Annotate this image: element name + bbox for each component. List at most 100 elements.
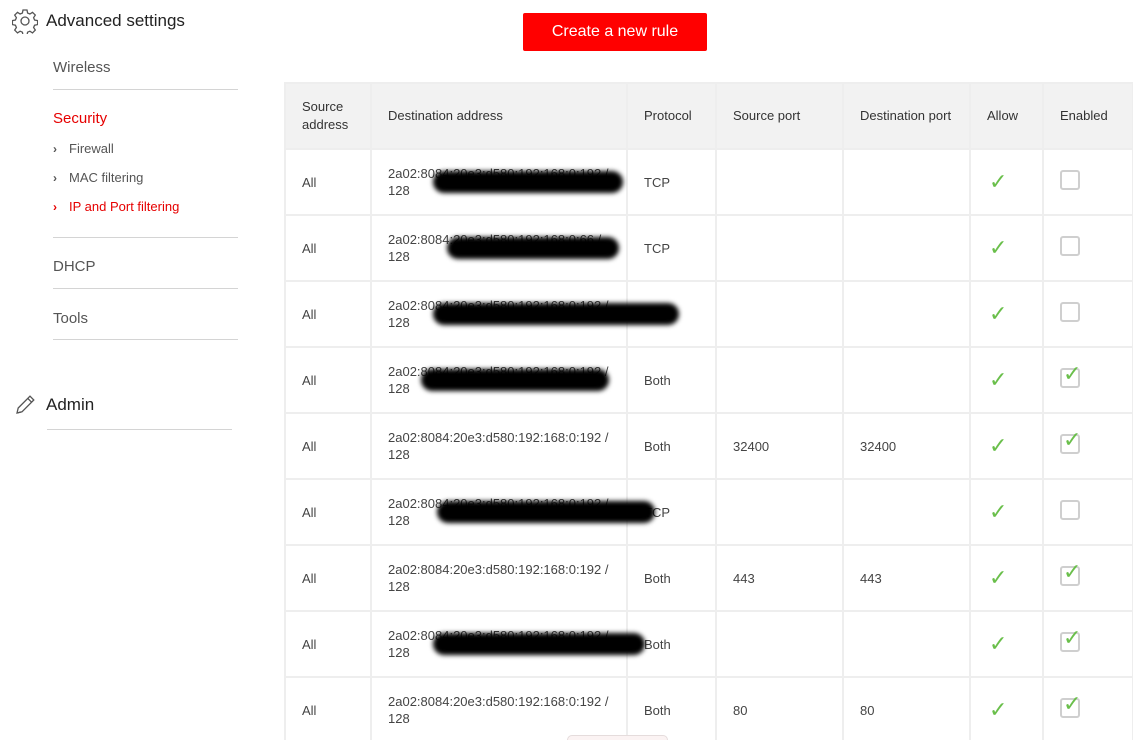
cell-enabled: ✓: [1042, 346, 1133, 414]
cell-source-address: All: [284, 478, 372, 546]
redaction-mark: [433, 171, 623, 193]
cell-source-port: [447, 214, 844, 282]
cell-source-address: All: [284, 280, 372, 348]
cell-allow: ✓: [969, 280, 1044, 348]
chevron-right-icon: ›: [53, 199, 57, 214]
advanced-settings-label: Advanced settings: [46, 11, 185, 30]
checkmark-icon: ✓: [989, 433, 1008, 458]
sidebar: Advanced settings Wireless Security › Fi…: [0, 0, 260, 740]
cell-source-port: [421, 346, 844, 414]
cell-allow: ✓: [969, 412, 1044, 480]
chevron-right-icon: ›: [53, 170, 57, 185]
enabled-checkbox[interactable]: [1060, 500, 1080, 520]
enabled-checkbox[interactable]: [1060, 236, 1080, 256]
enabled-checkbox[interactable]: [1060, 170, 1080, 190]
checkmark-icon: ✓: [1063, 559, 1082, 584]
table-row[interactable]: All2a02:8084:20e3:d580:192:168:0:192 / 1…: [284, 346, 1133, 414]
enabled-checkbox[interactable]: ✓: [1060, 627, 1081, 652]
cell-source-port: [437, 478, 844, 546]
sidebar-item-security[interactable]: Security: [53, 110, 107, 127]
checkmark-icon: ✓: [1063, 625, 1082, 650]
redaction-mark: [447, 237, 619, 259]
cell-source-address: All: [284, 544, 372, 612]
header-source-port: Source port: [715, 82, 844, 150]
checkmark-icon: ✓: [1063, 361, 1082, 386]
header-allow: Allow: [969, 82, 1044, 150]
rules-table-container: Source address Destination address Proto…: [284, 82, 1133, 740]
cell-allow: ✓: [969, 346, 1044, 414]
header-destination-address: Destination address: [370, 82, 628, 150]
table-row[interactable]: All2a02:8084:20e3:d580:192:168:0:192 / 1…: [284, 544, 1133, 612]
admin-heading[interactable]: Admin: [12, 392, 94, 418]
table-row[interactable]: All2a02:8084:20e3:d580:192:168:0:192 / 1…: [284, 478, 1133, 546]
table-row[interactable]: All2a02:8084:20e3:d580:192:168:0:192 / 1…: [284, 676, 1133, 740]
sidebar-subitem-firewall[interactable]: › Firewall: [53, 141, 114, 156]
table-row[interactable]: All2a02:8084:20e3:d580:192:168:0:192 / 1…: [284, 412, 1133, 480]
header-destination-port: Destination port: [842, 82, 971, 150]
admin-label: Admin: [46, 395, 95, 414]
header-source-address: Source address: [284, 82, 372, 150]
cell-protocol: Both: [626, 412, 717, 480]
cell-source-address: All: [284, 412, 372, 480]
divider: [53, 339, 238, 340]
enabled-checkbox[interactable]: ✓: [1060, 429, 1081, 454]
divider: [53, 89, 238, 90]
cell-enabled: [1042, 148, 1133, 216]
cell-destination-port: 32400: [842, 412, 971, 480]
enabled-checkbox[interactable]: [1060, 302, 1080, 322]
cell-protocol: TCP: [626, 148, 717, 216]
cell-source-port: [433, 280, 844, 348]
cell-enabled: ✓: [1042, 676, 1133, 740]
cell-destination-address: 2a02:8084:20e3:d580:192:168:0:192 / 128: [370, 544, 628, 612]
sidebar-item-wireless[interactable]: Wireless: [53, 59, 111, 76]
cell-source-address: All: [284, 214, 372, 282]
cell-protocol: Both: [626, 346, 717, 414]
sidebar-item-tools[interactable]: Tools: [53, 310, 88, 327]
cell-enabled: ✓: [1042, 610, 1133, 678]
cell-destination-port: [842, 478, 971, 546]
cell-allow: ✓: [969, 214, 1044, 282]
table-header-row: Source address Destination address Proto…: [284, 82, 1133, 150]
enabled-checkbox[interactable]: ✓: [1060, 561, 1081, 586]
divider: [53, 288, 238, 289]
sidebar-item-dhcp[interactable]: DHCP: [53, 258, 96, 275]
cell-destination-port: [842, 346, 971, 414]
checkmark-icon: ✓: [989, 631, 1008, 656]
pencil-icon: [12, 392, 38, 418]
cell-enabled: [1042, 214, 1133, 282]
cell-destination-port: [842, 214, 971, 282]
enabled-checkbox[interactable]: ✓: [1060, 363, 1081, 388]
table-row[interactable]: All2a02:8084:20e3:d580:192:168:0:192 / 1…: [284, 610, 1133, 678]
advanced-settings-heading[interactable]: Advanced settings: [12, 8, 185, 34]
enabled-checkbox[interactable]: ✓: [1060, 693, 1081, 718]
cell-destination-address: 2a02:8084:20e3:d580:192:168:0:192 / 128: [370, 676, 628, 740]
bottom-tab[interactable]: [567, 735, 668, 740]
header-protocol: Protocol: [626, 82, 717, 150]
header-enabled: Enabled: [1042, 82, 1133, 150]
cell-destination-port: 80: [842, 676, 971, 740]
redaction-mark: [421, 369, 609, 391]
redaction-mark: [433, 633, 645, 655]
cell-source-port: 80: [715, 676, 844, 740]
cell-protocol: TCP: [626, 214, 717, 282]
cell-enabled: ✓: [1042, 412, 1133, 480]
table-row[interactable]: All2a02:8084:20e3:d580:192:168:0:192 / 1…: [284, 280, 1133, 348]
checkmark-icon: ✓: [1063, 427, 1082, 452]
cell-destination-port: [842, 148, 971, 216]
rules-table: Source address Destination address Proto…: [284, 82, 1133, 740]
create-rule-button[interactable]: Create a new rule: [523, 13, 707, 51]
sidebar-subitem-mac-filtering[interactable]: › MAC filtering: [53, 170, 143, 185]
cell-source-address: All: [284, 148, 372, 216]
sidebar-subitem-ip-port-filtering[interactable]: › IP and Port filtering: [53, 199, 179, 214]
cell-destination-port: 443: [842, 544, 971, 612]
checkmark-icon: ✓: [989, 169, 1008, 194]
sidebar-subitem-label: MAC filtering: [69, 170, 144, 185]
table-row[interactable]: All2a02:8084:20e3:d580:192:168:0:192 / 1…: [284, 148, 1133, 216]
cell-destination-port: [842, 610, 971, 678]
cell-source-port: 32400: [715, 412, 844, 480]
table-row[interactable]: All2a02:8084:20e3:d580:192:168:0:66 / 12…: [284, 214, 1133, 282]
cell-allow: ✓: [969, 610, 1044, 678]
cell-destination-address: 2a02:8084:20e3:d580:192:168:0:192 / 128: [370, 412, 628, 480]
chevron-right-icon: ›: [53, 141, 57, 156]
redaction-mark: [437, 501, 655, 523]
